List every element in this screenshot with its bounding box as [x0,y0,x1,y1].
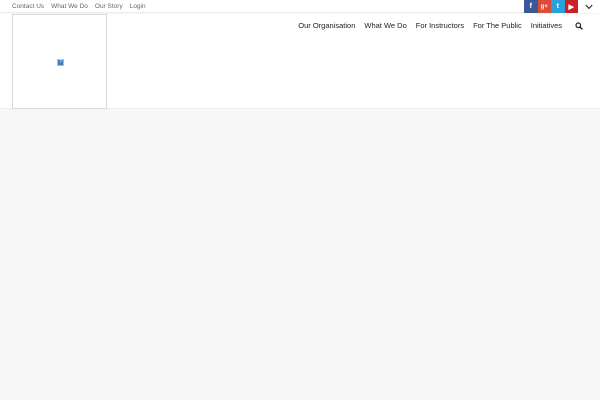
top-link-our-story[interactable]: Our Story [95,0,123,13]
top-link-login[interactable]: Login [130,0,146,13]
site-header: ? Our Organisation What We Do For Instru… [0,14,600,109]
main-content [0,110,600,400]
nav-item-for-instructors[interactable]: For Instructors [416,21,464,30]
nav-item-for-the-public[interactable]: For The Public [473,21,522,30]
google-plus-icon[interactable]: g+ [537,0,551,13]
chevron-down-icon[interactable] [578,0,600,13]
social-links: f g+ t ▶ [524,0,600,13]
nav-item-what-we-do[interactable]: What We Do [364,21,406,30]
search-icon[interactable] [574,21,584,31]
top-link-what-we-do[interactable]: What We Do [51,0,88,13]
nav-item-our-organisation[interactable]: Our Organisation [298,21,355,30]
youtube-icon[interactable]: ▶ [564,0,578,13]
twitter-icon[interactable]: t [551,0,565,13]
facebook-icon[interactable]: f [524,0,538,13]
site-logo[interactable]: ? [12,14,107,109]
main-nav: Our Organisation What We Do For Instruct… [289,14,584,37]
nav-item-initiatives[interactable]: Initiatives [531,21,562,30]
top-bar: Contact Us What We Do Our Story Login f … [0,0,600,13]
broken-image-icon: ? [57,59,64,66]
top-links: Contact Us What We Do Our Story Login [12,0,153,13]
top-link-contact-us[interactable]: Contact Us [12,0,44,13]
